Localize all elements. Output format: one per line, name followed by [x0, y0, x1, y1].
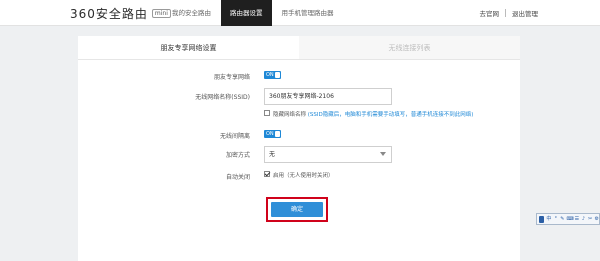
isolation-label: 无线间隔离	[219, 133, 250, 140]
main-nav: 我的安全路由 路由器设置 用手机管理路由器	[162, 0, 344, 26]
auto-off-text: 启用（无人使用时关闭）	[273, 173, 334, 179]
panel-tabs: 朋友专享网络设置 无线连接列表	[78, 36, 520, 60]
hide-ssid-text: 隐藏网络名称 (SSID隐藏后，电脑和手机需要手动填写，普通手机连接不到此网络)	[273, 110, 473, 118]
nav-item-my-router[interactable]: 我的安全路由	[162, 0, 221, 26]
ime-logo-icon[interactable]	[539, 215, 545, 223]
logo[interactable]: 360安全路由 mini	[70, 5, 171, 21]
chevron-down-icon	[380, 152, 386, 156]
ime-gear-icon[interactable]: ⚙	[594, 216, 599, 223]
hide-ssid-label: 隐藏网络名称	[273, 112, 307, 118]
tab-friend-network-settings[interactable]: 朋友专享网络设置	[78, 36, 299, 60]
logout-link[interactable]: 退出管理	[512, 8, 538, 18]
nav-item-mobile-manage[interactable]: 用手机管理路由器	[272, 0, 344, 26]
isolation-toggle[interactable]: ON	[264, 130, 281, 138]
encryption-select[interactable]: 无	[264, 146, 392, 163]
logo-text: 360安全路由	[70, 6, 148, 21]
friend-network-toggle[interactable]: ON	[264, 71, 281, 79]
settings-panel: 朋友专享网络设置 无线连接列表 朋友专享网络 ON 无线网络名称(SSID) 3…	[78, 36, 520, 261]
header-divider	[505, 9, 506, 17]
top-header: 360安全路由 mini 我的安全路由 路由器设置 用手机管理路由器 去官网 退…	[0, 0, 600, 26]
encryption-label: 加密方式	[225, 152, 250, 159]
encryption-value: 无	[269, 151, 276, 158]
ime-pen-icon[interactable]: ✎	[560, 216, 565, 223]
ime-menu-icon[interactable]: ☰	[575, 216, 580, 223]
auto-off-checkbox[interactable]	[264, 171, 270, 177]
tab-wireless-client-list[interactable]: 无线连接列表	[299, 36, 520, 60]
auto-off-label: 自动关闭	[225, 174, 250, 181]
ime-lang-icon[interactable]: 中	[546, 216, 551, 223]
ssid-label: 无线网络名称(SSID)	[195, 94, 250, 101]
ime-scissors-icon[interactable]: ✂	[588, 216, 593, 223]
ime-keyboard-icon[interactable]: ⌨	[567, 216, 574, 223]
nav-item-router-settings[interactable]: 路由器设置	[221, 0, 272, 26]
confirm-highlight-box: 确定	[266, 197, 328, 222]
official-site-link[interactable]: 去官网	[480, 8, 500, 18]
hide-ssid-hint: (SSID隐藏后，电脑和手机需要手动填写，普通手机连接不到此网络)	[307, 112, 474, 118]
ime-punct-icon[interactable]: °	[553, 216, 558, 223]
ime-toolbar: 中 ° ✎ ⌨ ☰ ♪ ✂ ⚙	[536, 213, 600, 225]
header-links: 去官网 退出管理	[480, 0, 538, 26]
status-label: 朋友专享网络	[213, 74, 250, 81]
confirm-button[interactable]: 确定	[271, 202, 323, 217]
ime-music-icon[interactable]: ♪	[581, 216, 586, 223]
hide-ssid-checkbox[interactable]	[264, 110, 270, 116]
ssid-input[interactable]: 360朋友专享网络-2106	[264, 88, 392, 105]
